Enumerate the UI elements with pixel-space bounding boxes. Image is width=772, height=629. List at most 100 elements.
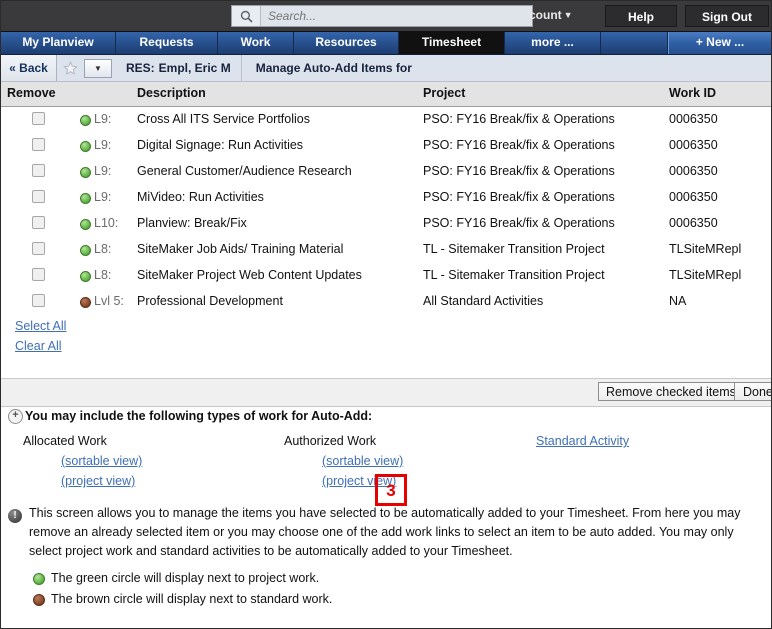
row-work-id: 0006350: [669, 138, 718, 152]
nav-tab-requests[interactable]: Requests: [116, 32, 218, 54]
row-project: PSO: FY16 Break/fix & Operations: [423, 112, 615, 126]
row-level: L9:: [94, 112, 112, 126]
bulk-selection-links: Select All Clear All: [1, 315, 771, 353]
row-project: TL - Sitemaker Transition Project: [423, 242, 605, 256]
remove-checkbox[interactable]: [32, 268, 45, 281]
remove-checked-items-button[interactable]: Remove checked items: [598, 382, 744, 401]
sign-out-button[interactable]: Sign Out: [685, 5, 769, 27]
planview-manage-auto-add-page: count▼ Help Sign Out My PlanviewRequests…: [0, 0, 772, 629]
green-circle-icon: [80, 245, 91, 256]
row-level: L8:: [94, 268, 112, 282]
remove-checkbox[interactable]: [32, 138, 45, 151]
row-description: Cross All ITS Service Portfolios: [137, 112, 310, 126]
info-exclamation-icon: !: [8, 509, 22, 523]
row-description: General Customer/Audience Research: [137, 164, 352, 178]
action-bar: Remove checked items Done: [1, 378, 771, 407]
back-button[interactable]: « Back: [1, 55, 57, 81]
row-work-id: 0006350: [669, 190, 718, 204]
table-row: L9: Cross All ITS Service Portfolios PSO: …: [1, 107, 771, 133]
row-description: Professional Development: [137, 294, 283, 308]
remove-checkbox[interactable]: [32, 164, 45, 177]
nav-tab-more[interactable]: more ...: [505, 32, 601, 54]
done-button[interactable]: Done: [734, 382, 771, 401]
nav-tab-my-planview[interactable]: My Planview: [1, 32, 116, 54]
remove-checkbox[interactable]: [32, 190, 45, 203]
allocated-work-title: Allocated Work: [23, 434, 107, 448]
row-level: L9:: [94, 190, 112, 204]
table-row: L8: SiteMaker Job Aids/ Training Material…: [1, 237, 771, 263]
row-description: SiteMaker Job Aids/ Training Material: [137, 242, 344, 256]
allocated-sortable-view-link[interactable]: (sortable view): [61, 454, 142, 468]
auto-add-heading: You may include the following types of w…: [25, 409, 373, 423]
authorized-sortable-view-link[interactable]: (sortable view): [322, 454, 403, 468]
page-title: Manage Auto-Add Items for: [255, 61, 412, 75]
row-project: PSO: FY16 Break/fix & Operations: [423, 216, 615, 230]
green-circle-icon: [80, 193, 91, 204]
auto-add-heading-row: + You may include the following types of…: [1, 406, 771, 426]
remove-checkbox[interactable]: [32, 112, 45, 125]
remove-checkbox[interactable]: [32, 242, 45, 255]
help-button[interactable]: Help: [605, 5, 677, 27]
green-circle-icon: [80, 219, 91, 230]
search-input[interactable]: [261, 6, 532, 26]
info-block: ! This screen allows you to manage the i…: [1, 504, 771, 611]
brown-circle-icon: [33, 594, 45, 606]
standard-activity-group: Standard Activity: [536, 434, 629, 454]
clear-all-link[interactable]: Clear All: [15, 339, 62, 353]
breadcrumb-resource[interactable]: RES: Empl, Eric M: [112, 55, 242, 81]
nav-tab-resources[interactable]: Resources: [294, 32, 399, 54]
new-button[interactable]: + New ...: [668, 32, 771, 54]
authorized-work-title: Authorized Work: [284, 434, 377, 448]
favorites-dropdown-button[interactable]: ▼: [84, 58, 112, 78]
column-header-work-id: Work ID: [669, 86, 716, 100]
row-work-id: 0006350: [669, 164, 718, 178]
nav-tab-timesheet[interactable]: Timesheet: [399, 32, 505, 54]
green-circle-icon: [33, 573, 45, 585]
row-project: All Standard Activities: [423, 294, 544, 308]
annotation-step-3: 3: [375, 474, 407, 506]
breadcrumb-bar: « Back ▼ RES: Empl, Eric M Manage Auto-A…: [1, 55, 771, 82]
nav-tab-work[interactable]: Work: [218, 32, 294, 54]
row-level: L8:: [94, 242, 112, 256]
select-all-link[interactable]: Select All: [15, 319, 66, 333]
green-circle-icon: [80, 271, 91, 282]
column-header-description: Description: [137, 86, 206, 100]
row-project: PSO: FY16 Break/fix & Operations: [423, 138, 615, 152]
row-work-id: 0006350: [669, 112, 718, 126]
row-level: L9:: [94, 138, 112, 152]
green-circle-icon: [80, 115, 91, 126]
account-menu[interactable]: count ▼: [529, 8, 573, 22]
info-paragraph: This screen allows you to manage the ite…: [29, 506, 741, 558]
row-description: SiteMaker Project Web Content Updates: [137, 268, 362, 282]
star-outline-icon[interactable]: [57, 55, 83, 81]
allocated-project-view-link[interactable]: (project view): [61, 474, 135, 488]
legend-text: The green circle will display next to pr…: [51, 571, 320, 585]
row-work-id: NA: [669, 294, 687, 308]
table-row: L9: General Customer/Audience Research PSO…: [1, 159, 771, 185]
remove-checkbox[interactable]: [32, 294, 45, 307]
top-bar: count▼ Help Sign Out: [1, 1, 771, 32]
legend-text: The brown circle will display next to st…: [51, 592, 333, 606]
chevron-down-icon: ▼: [563, 10, 573, 20]
account-menu-label: count: [529, 8, 562, 22]
plus-circle-icon[interactable]: +: [8, 409, 23, 424]
global-search[interactable]: [231, 5, 533, 27]
table-row: L9: MiVideo: Run Activities PSO: FY16 Brea…: [1, 185, 771, 211]
standard-activity-link[interactable]: Standard Activity: [536, 434, 629, 448]
row-work-id: 0006350: [669, 216, 718, 230]
breadcrumb-resource-value: Empl, Eric M: [158, 61, 231, 75]
row-description: Digital Signage: Run Activities: [137, 138, 304, 152]
row-description: Planview: Break/Fix: [137, 216, 247, 230]
legend-list: The green circle will display next to pr…: [29, 569, 759, 608]
row-work-id: TLSiteMRepl: [669, 242, 742, 256]
table-row: L10: Planview: Break/Fix PSO: FY16 Break/f…: [1, 211, 771, 237]
search-icon[interactable]: [232, 6, 261, 26]
row-project: PSO: FY16 Break/fix & Operations: [423, 164, 615, 178]
row-level: L9:: [94, 164, 112, 178]
row-project: TL - Sitemaker Transition Project: [423, 268, 605, 282]
brown-circle-icon: [80, 297, 91, 308]
nav-spacer: [601, 32, 668, 54]
remove-checkbox[interactable]: [32, 216, 45, 229]
table-row: Lvl 5: Professional Development All Standa…: [1, 289, 771, 315]
main-navigation: My Planview Requests Work Resources Timeshee…: [1, 32, 771, 55]
